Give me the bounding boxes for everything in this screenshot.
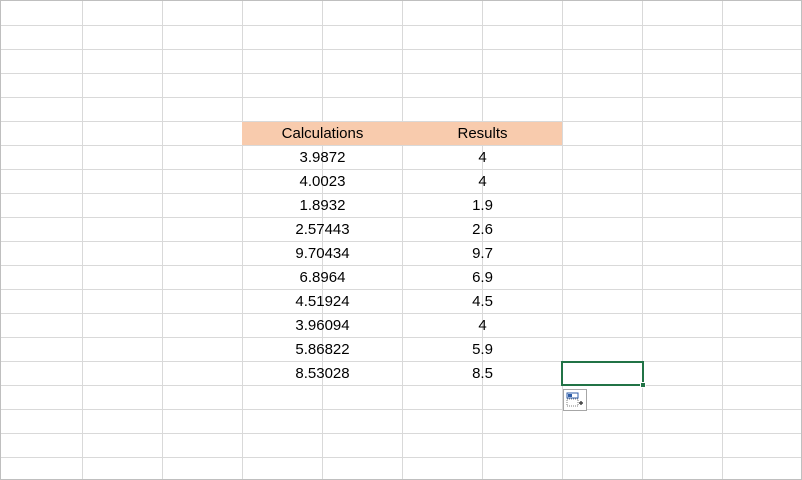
cell-result[interactable]: 1.9	[403, 194, 562, 217]
cell-result[interactable]: 9.7	[403, 242, 562, 265]
row-gridline	[1, 25, 801, 26]
header-cell-calculations[interactable]: Calculations	[243, 122, 402, 145]
spreadsheet-grid[interactable]: Calculations Results 3.9872 4 4.0023 4 1…	[0, 0, 802, 480]
header-cell-results[interactable]: Results	[403, 122, 562, 145]
cell-result[interactable]: 2.6	[403, 218, 562, 241]
cell-calculation[interactable]: 8.53028	[243, 362, 402, 385]
cell-result[interactable]: 6.9	[403, 266, 562, 289]
row-gridline	[1, 457, 801, 458]
row-gridline	[1, 409, 801, 410]
row-gridline	[1, 97, 801, 98]
cell-result[interactable]: 4.5	[403, 290, 562, 313]
cell-calculation[interactable]: 6.8964	[243, 266, 402, 289]
row-gridline	[1, 433, 801, 434]
cell-calculation[interactable]: 1.8932	[243, 194, 402, 217]
quick-analysis-button[interactable]	[563, 389, 587, 411]
row-gridline	[1, 73, 801, 74]
cell-calculation[interactable]: 2.57443	[243, 218, 402, 241]
cell-calculation[interactable]: 3.96094	[243, 314, 402, 337]
cell-result[interactable]: 4	[403, 314, 562, 337]
cell-result[interactable]: 4	[403, 170, 562, 193]
cell-calculation[interactable]: 4.51924	[243, 290, 402, 313]
row-gridline	[1, 49, 801, 50]
cell-result[interactable]: 5.9	[403, 338, 562, 361]
quick-analysis-icon	[566, 392, 583, 407]
cell-calculation[interactable]: 4.0023	[243, 170, 402, 193]
cell-calculation[interactable]: 9.70434	[243, 242, 402, 265]
cell-result[interactable]: 8.5	[403, 362, 562, 385]
cell-calculation[interactable]: 5.86822	[243, 338, 402, 361]
row-gridline	[1, 385, 801, 386]
cell-result[interactable]: 4	[403, 146, 562, 169]
fill-handle[interactable]	[640, 382, 646, 388]
active-cell-selection[interactable]	[561, 361, 644, 386]
cell-calculation[interactable]: 3.9872	[243, 146, 402, 169]
